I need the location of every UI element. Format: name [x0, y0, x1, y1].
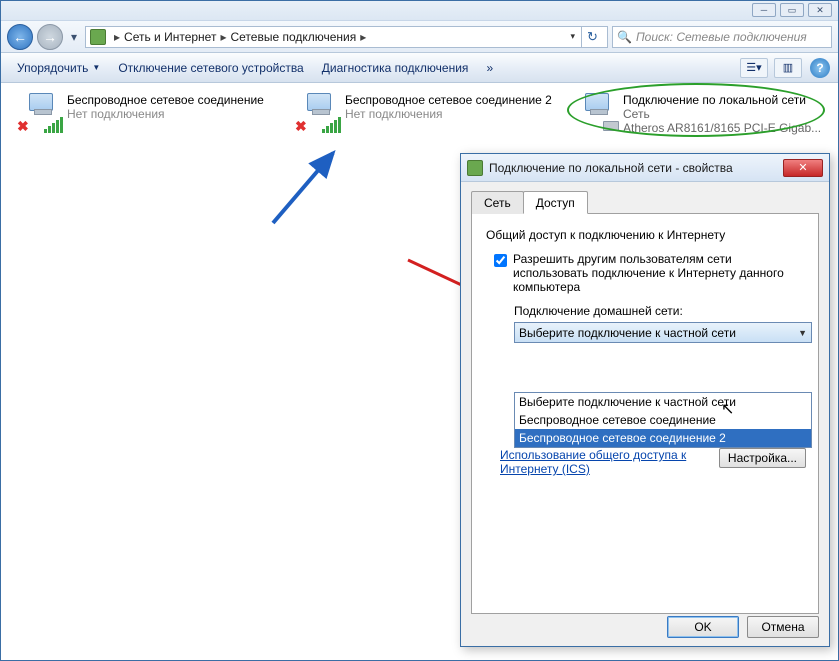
- dropdown-option-wireless-2[interactable]: Беспроводное сетевое соединение 2: [515, 429, 811, 447]
- home-network-combo[interactable]: Выберите подключение к частной сети ▼: [514, 322, 812, 343]
- crumb-connections[interactable]: Сетевые подключения: [230, 30, 356, 44]
- tab-sharing[interactable]: Доступ: [523, 191, 588, 214]
- minimize-button[interactable]: ─: [752, 3, 776, 17]
- dropdown-option-placeholder[interactable]: Выберите подключение к частной сети: [515, 393, 811, 411]
- organize-button[interactable]: Упорядочить ▼: [9, 57, 108, 79]
- diagnose-button[interactable]: Диагностика подключения: [314, 57, 477, 79]
- settings-button[interactable]: Настройка...: [719, 448, 806, 468]
- connection-status: Нет подключения: [67, 107, 283, 121]
- tab-sharing-page: Общий доступ к подключению к Интернету Р…: [471, 214, 819, 614]
- view-mode-button[interactable]: ☰▾: [740, 58, 768, 78]
- allow-sharing-input[interactable]: [494, 254, 507, 267]
- explorer-titlebar: ─ ▭ ✕: [1, 1, 838, 21]
- tab-network[interactable]: Сеть: [471, 191, 524, 214]
- combo-value: Выберите подключение к частной сети: [519, 326, 736, 340]
- properties-dialog: Подключение по локальной сети - свойства…: [460, 153, 830, 647]
- search-input[interactable]: 🔍 Поиск: Сетевые подключения: [612, 26, 832, 48]
- disconnected-icon: ✖: [295, 118, 307, 135]
- home-network-label: Подключение домашней сети:: [514, 304, 804, 318]
- signal-icon: [322, 117, 341, 133]
- connection-item-wireless-1[interactable]: ✖ Беспроводное сетевое соединение Нет по…: [17, 89, 287, 133]
- dialog-titlebar[interactable]: Подключение по локальной сети - свойства…: [461, 154, 829, 182]
- history-dropdown[interactable]: ▾: [67, 24, 81, 50]
- refresh-button[interactable]: ↻: [581, 26, 603, 48]
- help-button[interactable]: ?: [810, 58, 830, 78]
- cancel-button[interactable]: Отмена: [747, 616, 819, 638]
- allow-sharing-label: Разрешить другим пользователям сети испо…: [513, 252, 804, 294]
- dropdown-option-wireless-1[interactable]: Беспроводное сетевое соединение: [515, 411, 811, 429]
- annotation-arrow-blue: [263, 143, 353, 233]
- search-placeholder: Поиск: Сетевые подключения: [636, 30, 807, 44]
- dialog-close-button[interactable]: ✕: [783, 159, 823, 177]
- restore-button[interactable]: ▭: [780, 3, 804, 17]
- breadcrumb: ▸ Сеть и Интернет ▸ Сетевые подключения …: [112, 30, 368, 44]
- annotation-oval: [567, 83, 825, 137]
- allow-sharing-checkbox[interactable]: Разрешить другим пользователям сети испо…: [494, 252, 804, 294]
- chevron-down-icon: ▼: [798, 328, 807, 338]
- connection-status: Нет подключения: [345, 107, 561, 121]
- signal-icon: [44, 117, 63, 133]
- disconnected-icon: ✖: [17, 118, 29, 135]
- connection-icon: ✖: [21, 93, 61, 129]
- ics-help-link[interactable]: Использование общего доступа к Интернету…: [500, 448, 700, 476]
- ics-group-title: Общий доступ к подключению к Интернету: [486, 228, 804, 242]
- back-button[interactable]: ←: [7, 24, 33, 50]
- dialog-icon: [467, 160, 483, 176]
- dialog-tabs: Сеть Доступ: [471, 190, 819, 214]
- dialog-title: Подключение по локальной сети - свойства: [489, 161, 777, 175]
- connection-name: Беспроводное сетевое соединение: [67, 93, 283, 107]
- connection-icon: ✖: [299, 93, 339, 129]
- ok-button[interactable]: OK: [667, 616, 739, 638]
- forward-button[interactable]: →: [37, 24, 63, 50]
- preview-pane-button[interactable]: ▥: [774, 58, 802, 78]
- crumb-network[interactable]: Сеть и Интернет: [124, 30, 216, 44]
- disable-device-button[interactable]: Отключение сетевого устройства: [110, 57, 311, 79]
- nav-bar: ← → ▾ ▸ Сеть и Интернет ▸ Сетевые подклю…: [1, 21, 838, 53]
- cursor-icon: ↖: [721, 399, 734, 419]
- toolbar-overflow[interactable]: »: [478, 57, 501, 79]
- connection-item-wireless-2[interactable]: ✖ Беспроводное сетевое соединение 2 Нет …: [295, 89, 565, 133]
- home-network-dropdown: Выберите подключение к частной сети Бесп…: [514, 392, 812, 448]
- address-dropdown[interactable]: ▾: [570, 31, 575, 42]
- address-bar[interactable]: ▸ Сеть и Интернет ▸ Сетевые подключения …: [85, 26, 608, 48]
- connection-name: Беспроводное сетевое соединение 2: [345, 93, 561, 107]
- close-button[interactable]: ✕: [808, 3, 832, 17]
- search-icon: 🔍: [617, 30, 632, 44]
- location-icon: [90, 29, 106, 45]
- command-toolbar: Упорядочить ▼ Отключение сетевого устрой…: [1, 53, 838, 83]
